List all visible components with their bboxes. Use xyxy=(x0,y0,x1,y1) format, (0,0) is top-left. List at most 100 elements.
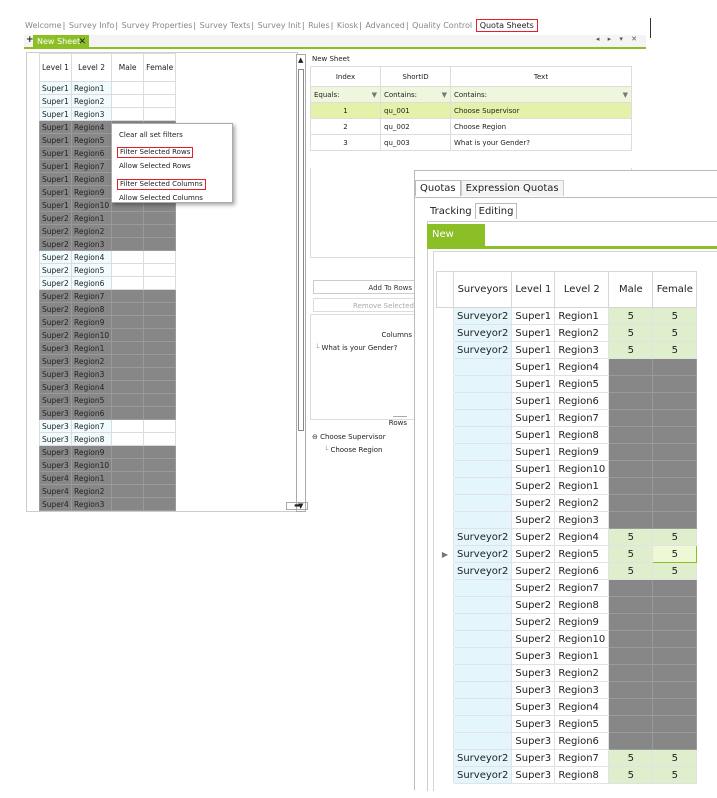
cell-female[interactable] xyxy=(652,630,698,648)
cell-female[interactable] xyxy=(143,497,177,511)
table-row[interactable]: Super3 Region5 xyxy=(436,715,698,733)
cell-female[interactable] xyxy=(143,94,177,108)
cell-level1[interactable]: Super3 xyxy=(39,406,72,420)
table-row[interactable]: Super2 Region2 xyxy=(39,224,177,238)
row-indicator[interactable] xyxy=(436,511,454,529)
cell-level1[interactable]: Super1 xyxy=(39,185,72,199)
cell-level2[interactable]: Region6 xyxy=(70,146,113,160)
column-header-surveyors[interactable]: Surveyors xyxy=(452,271,513,308)
cell-male[interactable] xyxy=(608,477,654,495)
table-row[interactable]: Super2 Region10 xyxy=(436,630,698,648)
table-row[interactable]: 3 qu_003 What is your Gender? xyxy=(310,134,632,151)
cell-male[interactable] xyxy=(111,510,145,511)
table-row[interactable]: Super3 Region1 xyxy=(436,647,698,665)
table-row[interactable]: Super3 Region9 xyxy=(39,445,177,459)
table-row[interactable]: Super2 Region1 xyxy=(436,477,698,495)
table-row[interactable]: Surveyor2 Super1 Region1 5 5 xyxy=(436,307,698,325)
cell-level1[interactable]: Super1 xyxy=(39,107,72,121)
row-indicator[interactable] xyxy=(436,681,454,699)
cell-male[interactable] xyxy=(111,81,145,95)
cell-male[interactable]: 5 xyxy=(608,528,654,546)
rows-tree-item-region[interactable]: └ Choose Region xyxy=(324,446,383,454)
row-indicator[interactable] xyxy=(436,426,454,444)
table-row[interactable]: Super1 Region5 xyxy=(436,375,698,393)
cell-level1[interactable]: Super4 xyxy=(39,484,72,498)
menu-item-allow-selected-rows[interactable]: Allow Selected Rows xyxy=(117,161,193,172)
cell-female[interactable] xyxy=(652,477,698,495)
cell-female[interactable] xyxy=(143,107,177,121)
cell-male[interactable] xyxy=(608,732,654,750)
table-row[interactable]: Surveyor2 Super3 Region8 5 5 xyxy=(436,766,698,784)
scroll-thumb[interactable] xyxy=(298,69,304,431)
table-row[interactable]: Super3 Region6 xyxy=(436,732,698,750)
menu-item-clear-filters[interactable]: Clear all set filters xyxy=(117,130,185,141)
table-row[interactable]: Super1 Region4 xyxy=(436,358,698,376)
cell-male[interactable] xyxy=(111,458,145,472)
cell-level2[interactable]: Region2 xyxy=(70,484,113,498)
cell-level1[interactable]: Super3 xyxy=(39,354,72,368)
filter-shortid[interactable]: Contains: ▼ xyxy=(380,86,451,103)
table-row[interactable]: Super1 Region8 xyxy=(436,426,698,444)
cell-level2[interactable]: Region4 xyxy=(70,380,113,394)
cell-level2[interactable]: Region9 xyxy=(70,315,113,329)
cell-female[interactable] xyxy=(652,681,698,699)
table-row[interactable]: Super3 Region4 xyxy=(39,380,177,394)
column-header-shortid[interactable]: ShortID xyxy=(380,66,451,87)
cell-male[interactable] xyxy=(608,579,654,597)
cell-level1[interactable]: Super1 xyxy=(39,120,72,134)
row-indicator[interactable] xyxy=(436,664,454,682)
cell-level2[interactable]: Region1 xyxy=(70,211,113,225)
cell-female[interactable] xyxy=(143,289,177,303)
cell-level1[interactable]: Super3 xyxy=(39,419,72,433)
cell-female[interactable] xyxy=(143,224,177,238)
menu-item-allow-selected-columns[interactable]: Allow Selected Columns xyxy=(117,193,205,204)
cell-male[interactable]: 5 xyxy=(608,766,654,784)
table-row[interactable]: Super2 Region8 xyxy=(39,302,177,316)
cell-male[interactable] xyxy=(608,375,654,393)
cell-female[interactable] xyxy=(143,367,177,381)
cell-female[interactable] xyxy=(143,328,177,342)
filter-icon[interactable]: ▼ xyxy=(623,91,628,99)
table-row[interactable]: Super2 Region2 xyxy=(436,494,698,512)
table-row[interactable]: Super2 Region8 xyxy=(436,596,698,614)
tab-survey-init[interactable]: Survey Init xyxy=(257,21,302,30)
cell-female[interactable] xyxy=(143,458,177,472)
cell-level2[interactable]: Region10 xyxy=(70,328,113,342)
row-indicator[interactable] xyxy=(436,596,454,614)
filter-text[interactable]: Contains: ▼ xyxy=(450,86,632,103)
row-indicator[interactable] xyxy=(436,749,454,767)
row-indicator[interactable] xyxy=(436,307,454,325)
cell-level2[interactable]: Region3 xyxy=(70,497,113,511)
table-row[interactable]: Super2 Region9 xyxy=(39,315,177,329)
table-row[interactable]: ▶ Surveyor2 Super2 Region5 5 5 xyxy=(436,545,698,563)
cell-female[interactable] xyxy=(652,443,698,461)
cell-male[interactable] xyxy=(111,107,145,121)
tab-survey-info[interactable]: Survey Info xyxy=(68,21,116,30)
cell-female[interactable]: 5 xyxy=(652,307,698,325)
cell-female[interactable] xyxy=(143,484,177,498)
tab-tracking[interactable]: Tracking xyxy=(427,204,475,219)
cell-male[interactable] xyxy=(111,250,145,264)
cell-male[interactable] xyxy=(111,380,145,394)
cell-level2[interactable]: Region4 xyxy=(70,510,113,511)
cell-male[interactable] xyxy=(608,630,654,648)
column-header-level2[interactable]: Level 2 xyxy=(554,271,610,308)
table-row[interactable]: Super3 Region4 xyxy=(436,698,698,716)
table-row[interactable]: Super3 Region5 xyxy=(39,393,177,407)
row-indicator[interactable] xyxy=(436,647,454,665)
cell-male[interactable]: 5 xyxy=(608,324,654,342)
cell-level1[interactable]: Super1 xyxy=(39,94,72,108)
cell-level2[interactable]: Region1 xyxy=(70,81,113,95)
table-row[interactable]: Super2 Region5 xyxy=(39,263,177,277)
cell-level1[interactable]: Super2 xyxy=(39,315,72,329)
table-row[interactable]: Super2 Region6 xyxy=(39,276,177,290)
cell-level1[interactable]: Super3 xyxy=(39,341,72,355)
filter-icon[interactable]: ▼ xyxy=(442,91,447,99)
cell-male[interactable] xyxy=(608,409,654,427)
cell-female[interactable] xyxy=(652,426,698,444)
collapse-icon[interactable]: ⊖ xyxy=(312,433,318,441)
cell-level2[interactable]: Region8 xyxy=(70,432,113,446)
tab-quality-control[interactable]: Quality Control xyxy=(411,21,473,30)
table-row[interactable]: Super2 Region3 xyxy=(436,511,698,529)
cell-level1[interactable]: Super1 xyxy=(39,146,72,160)
